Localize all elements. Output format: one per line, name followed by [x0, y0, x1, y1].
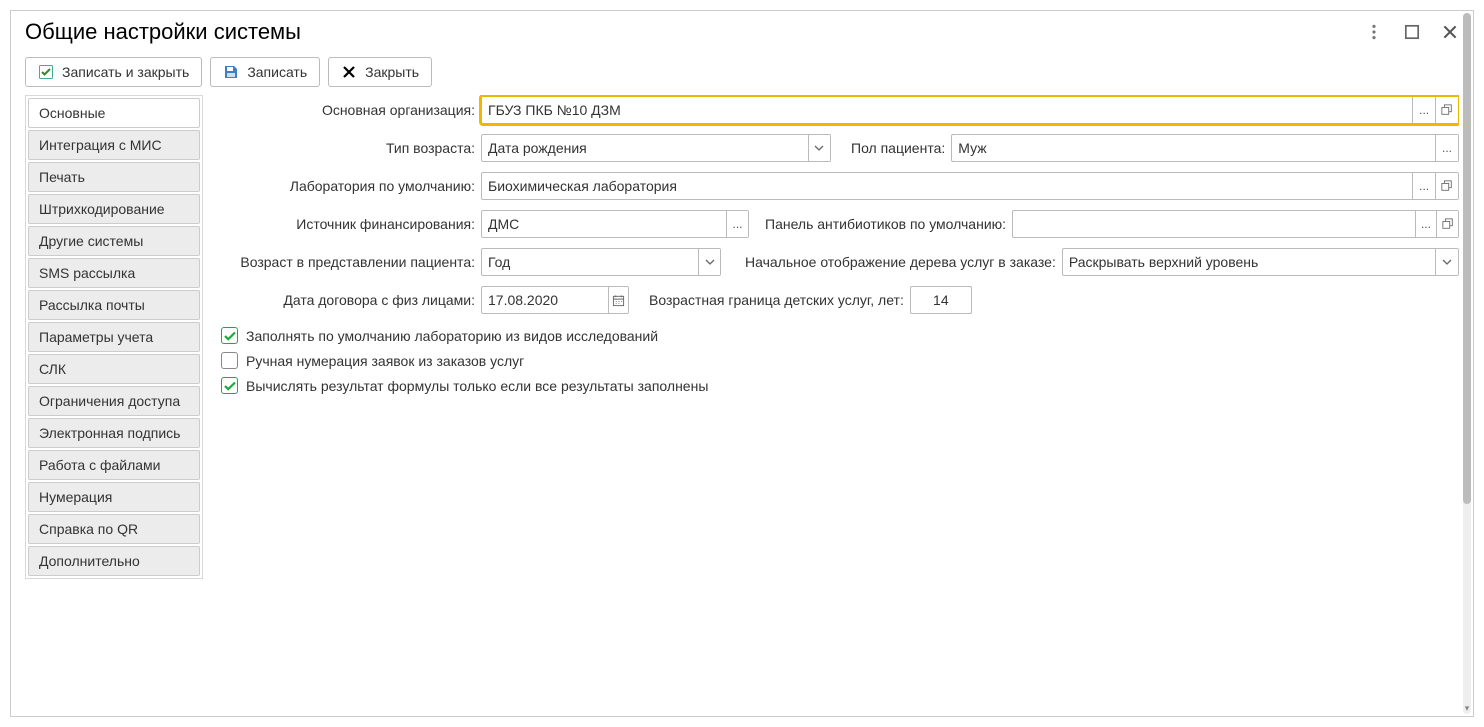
label-age-type: Тип возраста: [215, 140, 475, 156]
age-repr-dropdown-button[interactable] [698, 249, 720, 275]
vertical-scrollbar[interactable]: ▾ [1463, 13, 1471, 714]
child-age-input[interactable] [911, 287, 971, 313]
save-button[interactable]: Записать [210, 57, 320, 87]
maximize-icon[interactable] [1403, 23, 1421, 41]
fill-lab-label: Заполнять по умолчанию лабораторию из ви… [246, 328, 658, 344]
tab-numbering[interactable]: Нумерация [28, 482, 200, 512]
tab-files[interactable]: Работа с файлами [28, 450, 200, 480]
settings-window: Общие настройки системы Записать и закры… [10, 10, 1474, 717]
tree-dropdown-button[interactable] [1435, 249, 1458, 275]
lab-open-button[interactable] [1435, 173, 1458, 199]
child-age-field[interactable] [910, 286, 972, 314]
floppy-icon [223, 64, 239, 80]
lab-pick-button[interactable]: ... [1412, 173, 1435, 199]
ab-panel-pick-button[interactable]: ... [1415, 211, 1437, 237]
fill-lab-checkbox[interactable] [221, 327, 238, 344]
fin-pick-button[interactable]: ... [726, 211, 748, 237]
tab-access-restrictions[interactable]: Ограничения доступа [28, 386, 200, 416]
label-sex: Пол пациента: [851, 140, 945, 156]
contract-date-input[interactable] [482, 287, 608, 313]
scrollbar-thumb[interactable] [1463, 13, 1471, 504]
save-label: Записать [247, 64, 307, 80]
tab-list: Основные Интеграция с МИС Печать Штрихко… [25, 95, 203, 579]
label-lab: Лаборатория по умолчанию: [215, 178, 475, 194]
toolbar: Записать и закрыть Записать Закрыть [11, 49, 1473, 95]
tree-input[interactable] [1063, 249, 1436, 275]
close-button[interactable]: Закрыть [328, 57, 432, 87]
age-repr-input[interactable] [482, 249, 698, 275]
label-tree: Начальное отображение дерева услуг в зак… [745, 254, 1056, 270]
org-input[interactable] [482, 97, 1412, 123]
manual-num-checkbox[interactable] [221, 352, 238, 369]
sex-pick-button[interactable]: ... [1435, 135, 1458, 161]
more-icon[interactable] [1365, 23, 1383, 41]
close-label: Закрыть [365, 64, 419, 80]
tab-qr-help[interactable]: Справка по QR [28, 514, 200, 544]
label-age-repr: Возраст в представлении пациента: [215, 254, 475, 270]
content: Основные Интеграция с МИС Печать Штрихко… [25, 95, 1459, 702]
window-controls [1365, 23, 1459, 41]
sex-field[interactable]: ... [951, 134, 1459, 162]
fin-input[interactable] [482, 211, 726, 237]
age-repr-field[interactable] [481, 248, 721, 276]
titlebar: Общие настройки системы [11, 11, 1473, 49]
manual-num-label: Ручная нумерация заявок из заказов услуг [246, 353, 524, 369]
ab-panel-open-button[interactable] [1436, 211, 1458, 237]
contract-date-field[interactable] [481, 286, 629, 314]
ab-panel-input[interactable] [1013, 211, 1415, 237]
save-and-close-button[interactable]: Записать и закрыть [25, 57, 202, 87]
tab-slk[interactable]: СЛК [28, 354, 200, 384]
page-title: Общие настройки системы [25, 19, 1365, 45]
org-field[interactable]: ... [481, 96, 1459, 124]
age-type-field[interactable] [481, 134, 831, 162]
org-pick-button[interactable]: ... [1412, 97, 1435, 123]
tab-digital-signature[interactable]: Электронная подпись [28, 418, 200, 448]
calc-formula-checkbox[interactable] [221, 377, 238, 394]
tree-field[interactable] [1062, 248, 1459, 276]
age-type-dropdown-button[interactable] [808, 135, 830, 161]
calendar-button[interactable] [608, 287, 628, 313]
lab-input[interactable] [482, 173, 1412, 199]
lab-field[interactable]: ... [481, 172, 1459, 200]
calc-formula-label: Вычислять результат формулы только если … [246, 378, 708, 394]
close-icon[interactable] [1441, 23, 1459, 41]
tab-barcoding[interactable]: Штрихкодирование [28, 194, 200, 224]
sex-input[interactable] [952, 135, 1435, 161]
tab-mis-integration[interactable]: Интеграция с МИС [28, 130, 200, 160]
ab-panel-field[interactable]: ... [1012, 210, 1459, 238]
age-type-input[interactable] [482, 135, 808, 161]
label-ab-panel: Панель антибиотиков по умолчанию: [765, 216, 1006, 232]
tab-additional[interactable]: Дополнительно [28, 546, 200, 576]
fin-field[interactable]: ... [481, 210, 749, 238]
label-org: Основная организация: [215, 102, 475, 118]
save-and-close-label: Записать и закрыть [62, 64, 189, 80]
tab-other-systems[interactable]: Другие системы [28, 226, 200, 256]
label-fin: Источник финансирования: [215, 216, 475, 232]
save-close-icon [38, 64, 54, 80]
label-child-age: Возрастная граница детских услуг, лет: [649, 292, 904, 308]
tab-print[interactable]: Печать [28, 162, 200, 192]
scrollbar-down-arrow[interactable]: ▾ [1463, 702, 1471, 714]
form-panel: Основная организация: ... Тип возраста: … [215, 95, 1459, 702]
label-contract-date: Дата договора с физ лицами: [215, 292, 475, 308]
org-open-button[interactable] [1435, 97, 1458, 123]
tab-mail[interactable]: Рассылка почты [28, 290, 200, 320]
tab-basic[interactable]: Основные [28, 98, 200, 128]
x-icon [341, 64, 357, 80]
tab-sms[interactable]: SMS рассылка [28, 258, 200, 288]
tab-accounting-params[interactable]: Параметры учета [28, 322, 200, 352]
